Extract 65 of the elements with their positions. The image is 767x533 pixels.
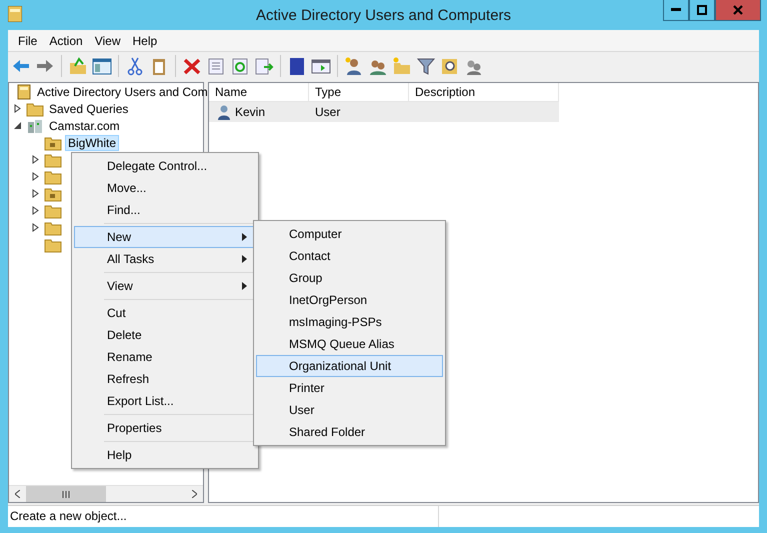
- submenu-arrow-icon: [242, 255, 247, 263]
- menu-option[interactable]: Properties: [74, 417, 256, 439]
- folder-icon: [26, 100, 44, 116]
- folder-icon: [44, 202, 62, 218]
- close-icon: [733, 5, 743, 15]
- menu-option[interactable]: msImaging-PSPs: [256, 311, 443, 333]
- folder-icon: [44, 236, 62, 252]
- close-button[interactable]: [715, 0, 761, 21]
- menu-option[interactable]: Computer: [256, 223, 443, 245]
- minimize-icon: [671, 8, 681, 12]
- domain-icon: [26, 118, 44, 134]
- menu-option[interactable]: Shared Folder: [256, 421, 443, 443]
- grip-icon: [62, 490, 70, 498]
- menu-option[interactable]: New: [74, 226, 256, 248]
- tree-item[interactable]: Saved Queries: [47, 102, 130, 116]
- maximize-icon: [697, 5, 707, 15]
- window-title: Active Directory Users and Computers: [256, 6, 512, 24]
- collapse-arrow-icon[interactable]: [14, 121, 22, 130]
- menu-option[interactable]: Export List...: [74, 390, 256, 412]
- menu-option[interactable]: All Tasks: [74, 248, 256, 270]
- menu-item[interactable]: View: [88, 34, 126, 48]
- menu-option[interactable]: Rename: [74, 346, 256, 368]
- menu-item[interactable]: Action: [43, 34, 89, 48]
- app-icon: [8, 6, 22, 22]
- menu-option[interactable]: Contact: [256, 245, 443, 267]
- menu-option[interactable]: Delegate Control...: [74, 155, 256, 177]
- menu-option[interactable]: Group: [256, 267, 443, 289]
- organizational-unit-icon: [44, 134, 62, 150]
- menu-option[interactable]: InetOrgPerson: [256, 289, 443, 311]
- user-icon: [215, 104, 231, 120]
- scrollbar-thumb[interactable]: [26, 486, 106, 502]
- folder-up-icon[interactable]: [67, 56, 89, 76]
- submenu-arrow-icon: [242, 233, 247, 241]
- menu-option[interactable]: Organizational Unit: [256, 355, 443, 377]
- export-list-icon[interactable]: [253, 56, 275, 76]
- snap-in-icon: [16, 84, 32, 100]
- menu-item[interactable]: Help: [126, 34, 164, 48]
- menu-option[interactable]: View: [74, 275, 256, 297]
- delete-icon[interactable]: [181, 56, 203, 76]
- menu-option[interactable]: Help: [74, 444, 256, 466]
- tree-item[interactable]: Active Directory Users and Com: [35, 84, 210, 98]
- status-text: Create a new object...: [8, 506, 439, 527]
- table-cell: User: [309, 102, 409, 122]
- folder-icon: [44, 168, 62, 184]
- menu-item[interactable]: File: [12, 34, 44, 48]
- minimize-button[interactable]: [663, 0, 689, 21]
- menu-option[interactable]: Move...: [74, 177, 256, 199]
- menu-option[interactable]: User: [256, 399, 443, 421]
- expand-arrow-icon[interactable]: [14, 104, 22, 113]
- menu-option[interactable]: Printer: [256, 377, 443, 399]
- tree-item[interactable]: Camstar.com: [47, 118, 122, 132]
- filter-icon[interactable]: [415, 56, 437, 76]
- menu-option[interactable]: Refresh: [74, 368, 256, 390]
- console-tree-icon[interactable]: [91, 56, 113, 76]
- menu-option[interactable]: Find...: [74, 199, 256, 221]
- maximize-button[interactable]: [689, 0, 715, 21]
- menu-option[interactable]: Delete: [74, 324, 256, 346]
- folder-icon: [44, 220, 62, 236]
- organizational-unit-icon: [44, 186, 62, 202]
- folder-icon: [44, 152, 62, 168]
- submenu-arrow-icon: [242, 282, 247, 290]
- menu-option[interactable]: Cut: [74, 302, 256, 324]
- tree-item[interactable]: BigWhite: [65, 134, 120, 150]
- user-name: Kevin: [235, 105, 266, 119]
- menu-option[interactable]: MSMQ Queue Alias: [256, 333, 443, 355]
